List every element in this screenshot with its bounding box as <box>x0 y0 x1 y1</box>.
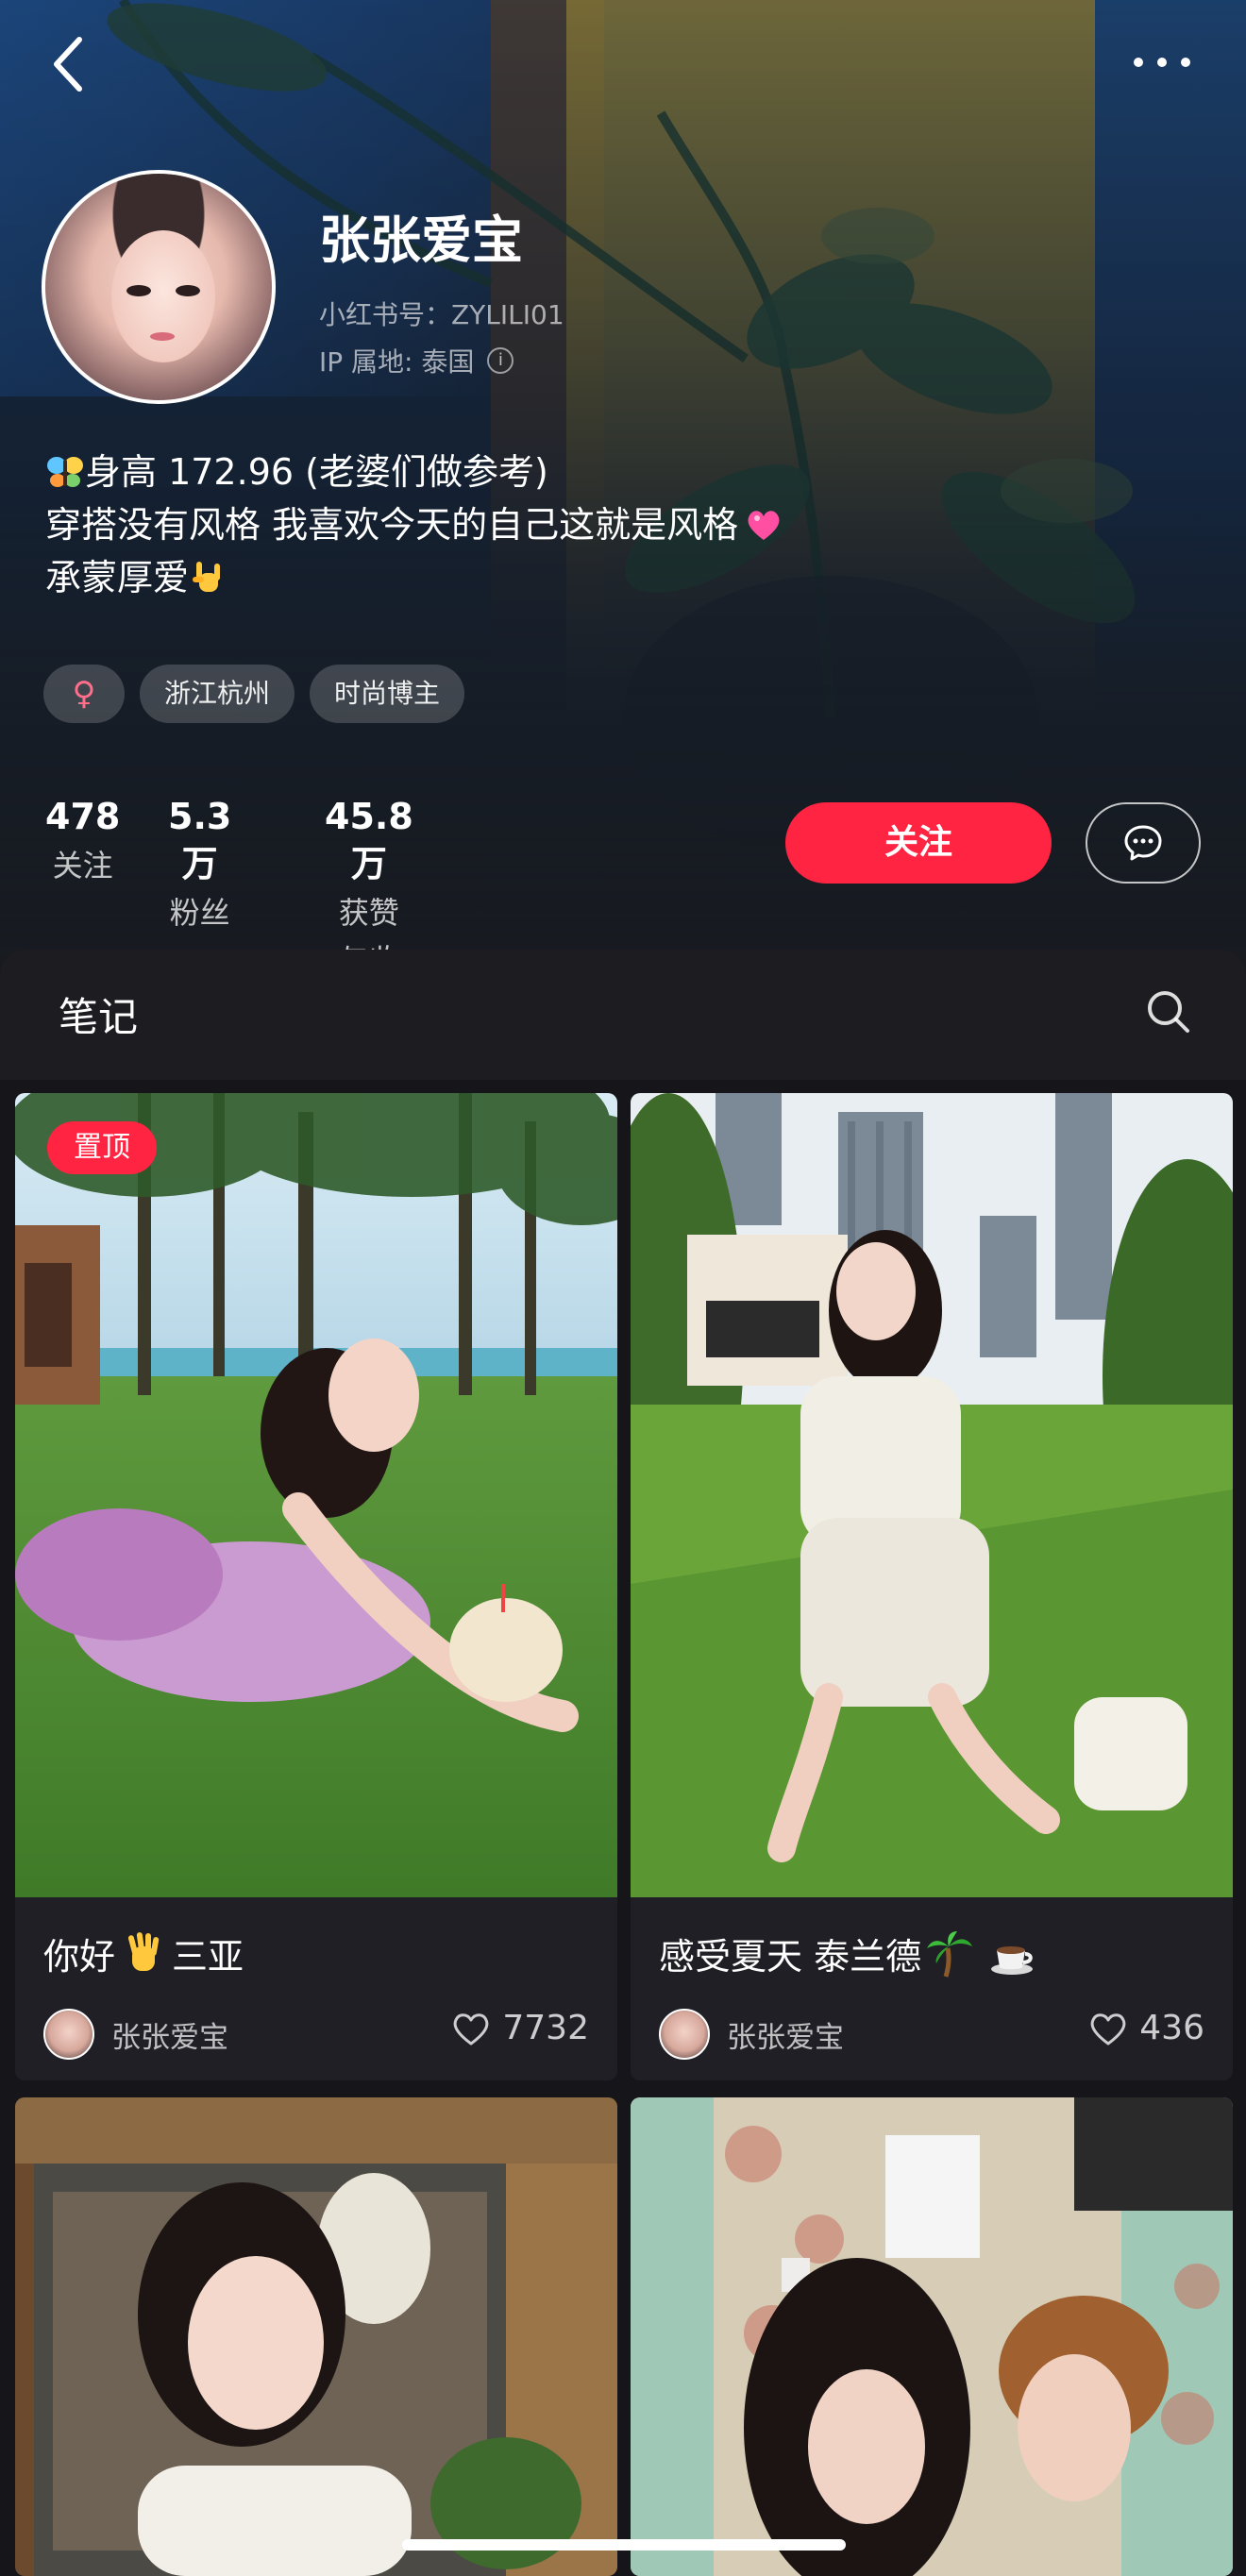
waving-hand-emoji-icon <box>119 1929 168 1978</box>
note-author[interactable]: 张张爱宝 <box>43 2009 228 2060</box>
chat-bubble-icon <box>1124 825 1162 861</box>
followers-count: 5.3万 <box>168 796 232 884</box>
author-name: 张张爱宝 <box>727 2020 844 2055</box>
info-icon[interactable]: i <box>487 347 514 374</box>
note-cover-image[interactable]: 置顶 <box>15 1093 617 1897</box>
note-cover-image[interactable] <box>15 2097 617 2576</box>
message-button[interactable] <box>1086 802 1201 884</box>
bio-line-3: 承蒙厚爱 <box>45 557 190 598</box>
following-label: 关注 <box>52 848 113 884</box>
ip-location: IP 属地: 泰国 i <box>319 342 514 379</box>
home-indicator[interactable] <box>402 2539 846 2551</box>
note-card[interactable] <box>15 2097 617 2576</box>
profile-avatar[interactable] <box>42 170 276 404</box>
follow-button[interactable]: 关注 <box>785 802 1052 884</box>
palm-tree-emoji-icon <box>925 1929 974 1978</box>
note-title-text: 感受夏天 泰兰德 <box>659 1936 922 1978</box>
pink-heart-emoji-icon <box>744 505 783 545</box>
note-card[interactable]: 感受夏天 泰兰德 张张爱宝 436 <box>631 1093 1233 2080</box>
following-stat[interactable]: 478 关注 <box>45 793 120 889</box>
profile-bio: 身高 172.96 (老婆们做参考) 穿搭没有风格 我喜欢今天的自己这就是风格 … <box>45 446 783 604</box>
note-title: 你好 三亚 <box>43 1928 244 1979</box>
note-author[interactable]: 张张爱宝 <box>659 2009 844 2060</box>
author-avatar <box>659 2009 710 2060</box>
likes-collections-count: 45.8万 <box>325 796 413 884</box>
like-count: 7732 <box>502 2009 589 2047</box>
location-tag[interactable]: 浙江杭州 <box>140 665 295 723</box>
notes-tab-bar <box>0 950 1246 1080</box>
gender-female-tag: ♀ <box>43 665 125 723</box>
love-you-gesture-emoji-icon <box>189 558 228 598</box>
profile-name: 张张爱宝 <box>319 210 523 270</box>
tab-notes[interactable]: 笔记 <box>59 985 138 1043</box>
author-name: 张张爱宝 <box>111 2020 228 2055</box>
following-count: 478 <box>45 796 121 837</box>
note-cover-image[interactable] <box>631 1093 1233 1897</box>
note-title-text: 你好 <box>43 1936 116 1978</box>
author-avatar <box>43 2009 94 2060</box>
heart-outline-icon <box>1090 2012 1126 2045</box>
note-card[interactable] <box>631 2097 1233 2576</box>
followers-stat[interactable]: 5.3万 粉丝 <box>168 793 231 936</box>
pinned-badge: 置顶 <box>47 1121 157 1174</box>
butterfly-emoji-icon <box>45 452 85 492</box>
heart-outline-icon <box>454 2012 489 2045</box>
profile-tags: ♀ 浙江杭州 时尚博主 <box>43 665 465 723</box>
more-dots-icon[interactable] <box>1129 43 1195 81</box>
like-button[interactable]: 436 <box>1088 2009 1204 2047</box>
note-title: 感受夏天 泰兰德 <box>659 1928 1036 1979</box>
bio-line-2: 穿搭没有风格 我喜欢今天的自己这就是风格 <box>45 504 739 546</box>
like-button[interactable]: 7732 <box>451 2009 589 2047</box>
note-cover-image[interactable] <box>631 2097 1233 2576</box>
like-count: 436 <box>1139 2009 1204 2047</box>
note-title-suffix: 三亚 <box>172 1936 244 1978</box>
note-card[interactable]: 置顶 你好 三亚 张张爱宝 7732 <box>15 1093 617 2080</box>
role-tag[interactable]: 时尚博主 <box>310 665 465 723</box>
bio-line-1: 身高 172.96 (老婆们做参考) <box>85 451 548 493</box>
search-icon[interactable] <box>1144 987 1193 1036</box>
back-chevron-icon[interactable] <box>45 34 93 94</box>
followers-label: 粉丝 <box>169 895 230 931</box>
ip-location-text: IP 属地: 泰国 <box>319 346 475 378</box>
hot-beverage-emoji-icon <box>987 1929 1036 1978</box>
red-id: 小红书号：ZYLILI01 <box>319 299 564 330</box>
